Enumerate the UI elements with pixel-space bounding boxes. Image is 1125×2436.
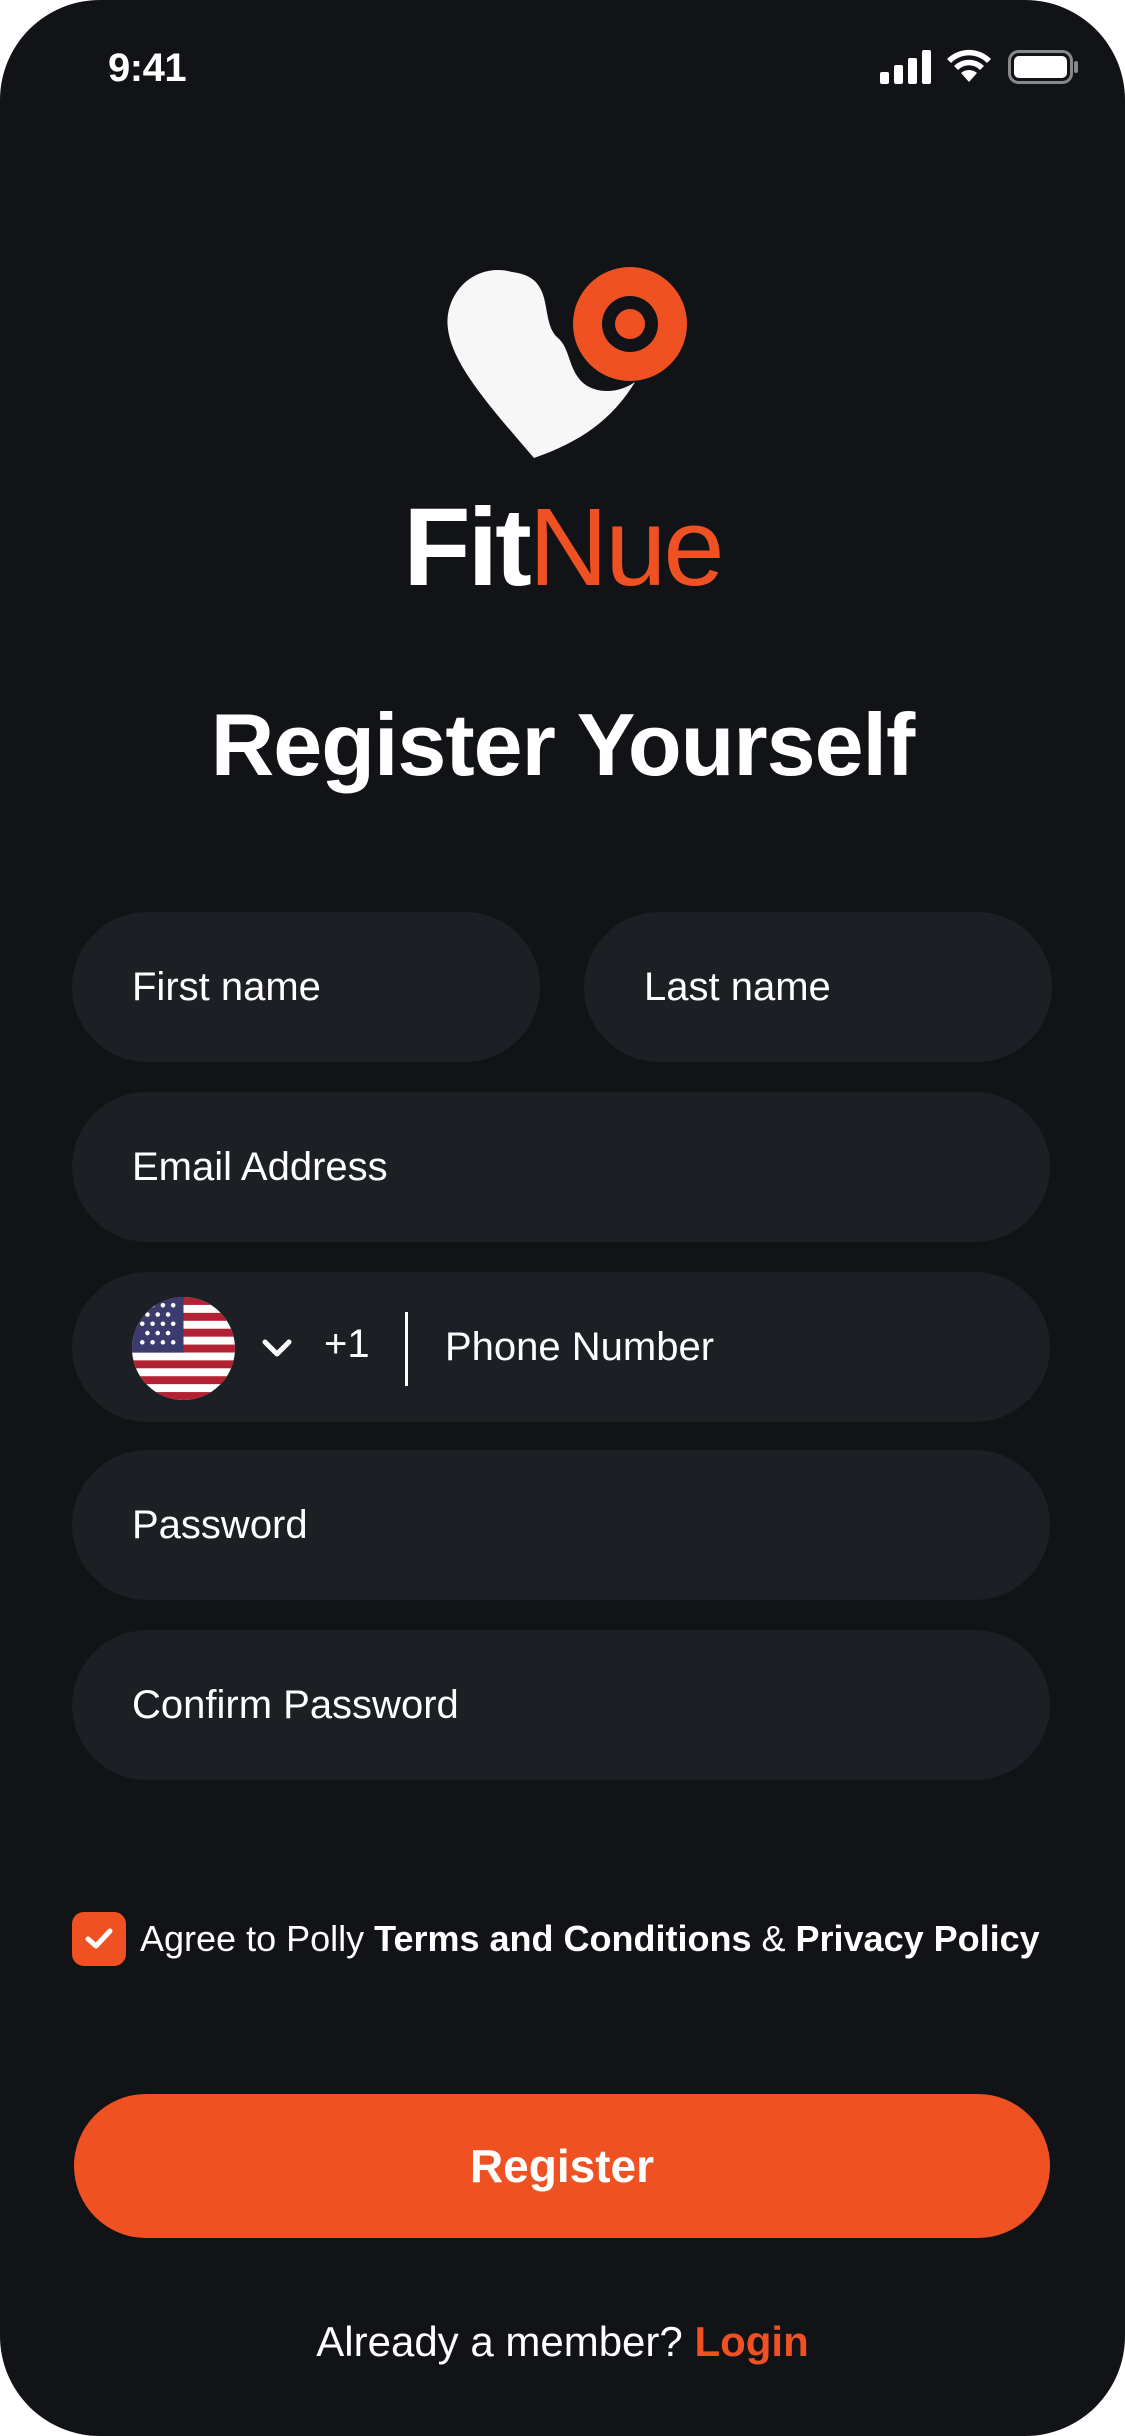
phone-field: +1	[72, 1272, 1050, 1422]
agreement-amp: &	[751, 1918, 796, 1959]
brand-wordmark: FitNue	[0, 488, 1125, 608]
email-input[interactable]	[72, 1092, 1050, 1242]
login-link[interactable]: Login	[694, 2318, 808, 2365]
login-prompt: Already a member? Login	[0, 2314, 1125, 2370]
phone-input[interactable]	[409, 1272, 1049, 1422]
agreement-prefix: Agree to Polly	[140, 1918, 375, 1959]
first-name-input[interactable]	[72, 912, 540, 1062]
agreement-text: Agree to Polly Terms and Conditions & Pr…	[140, 1914, 1040, 1964]
privacy-link[interactable]: Privacy Policy	[796, 1918, 1040, 1959]
confirm-password-field	[72, 1630, 1050, 1780]
password-input[interactable]	[72, 1450, 1050, 1600]
chevron-down-icon[interactable]	[257, 1334, 297, 1364]
confirm-password-input[interactable]	[72, 1630, 1050, 1780]
terms-link[interactable]: Terms and Conditions	[374, 1918, 751, 1959]
check-icon	[85, 1928, 113, 1949]
wifi-icon	[947, 49, 991, 82]
page-title: Register Yourself	[210, 695, 916, 794]
battery-icon	[1008, 50, 1078, 84]
us-flag-icon[interactable]	[132, 1297, 235, 1400]
dial-code: +1	[324, 1322, 370, 1366]
signal-icon	[880, 50, 931, 84]
agree-checkbox[interactable]	[72, 1912, 126, 1966]
last-name-input[interactable]	[584, 912, 1052, 1062]
register-button[interactable]: Register	[74, 2094, 1050, 2238]
register-screen: 9:41 FitNue Register Yourself First name…	[0, 0, 1125, 2436]
password-field	[72, 1450, 1050, 1600]
phone-divider	[405, 1312, 408, 1386]
fitnue-logo-icon	[447, 267, 687, 458]
status-bar: 9:41	[0, 0, 1125, 140]
brand-fit: Fit	[403, 486, 531, 609]
email-field	[72, 1092, 1050, 1242]
status-time: 9:41	[108, 46, 187, 90]
brand-nue: Nue	[528, 486, 725, 609]
last-name-field	[584, 912, 1052, 1062]
first-name-field	[72, 912, 540, 1062]
login-prompt-text: Already a member?	[316, 2318, 695, 2365]
